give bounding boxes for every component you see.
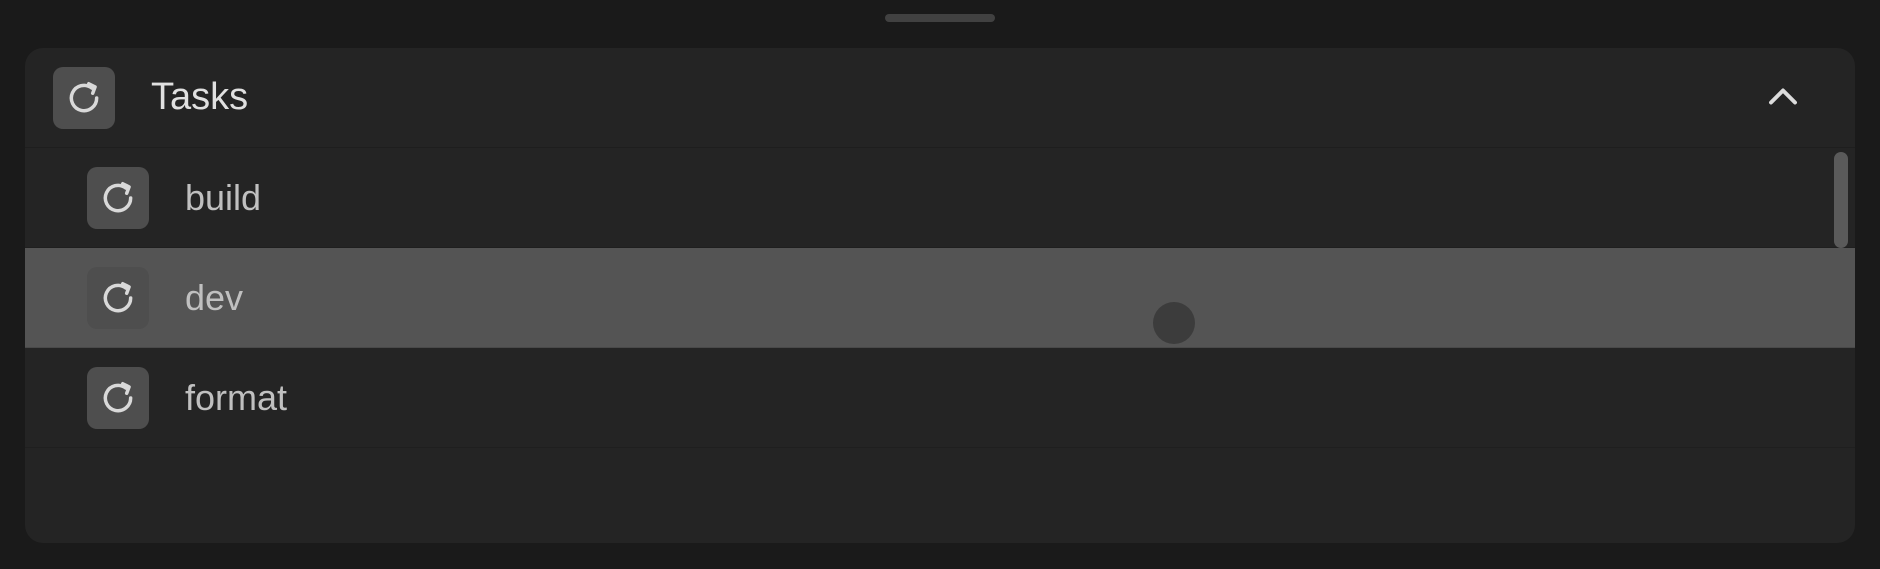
task-item-format[interactable]: format — [25, 348, 1855, 448]
task-item-dev[interactable]: dev — [25, 248, 1855, 348]
task-label: dev — [185, 277, 243, 319]
rerun-icon[interactable] — [87, 367, 149, 429]
rerun-icon[interactable] — [87, 267, 149, 329]
rerun-icon — [53, 67, 115, 129]
window-drag-handle[interactable] — [885, 14, 995, 22]
task-item-build[interactable]: build — [25, 148, 1855, 248]
scrollbar-thumb[interactable] — [1834, 152, 1848, 248]
tasks-header[interactable]: Tasks — [25, 48, 1855, 148]
task-label: format — [185, 377, 287, 419]
cursor-indicator — [1153, 302, 1195, 344]
rerun-icon[interactable] — [87, 167, 149, 229]
tasks-panel: Tasks build dev — [25, 48, 1855, 543]
tasks-header-title: Tasks — [151, 76, 1759, 119]
chevron-up-icon[interactable] — [1759, 74, 1807, 122]
task-label: build — [185, 177, 261, 219]
